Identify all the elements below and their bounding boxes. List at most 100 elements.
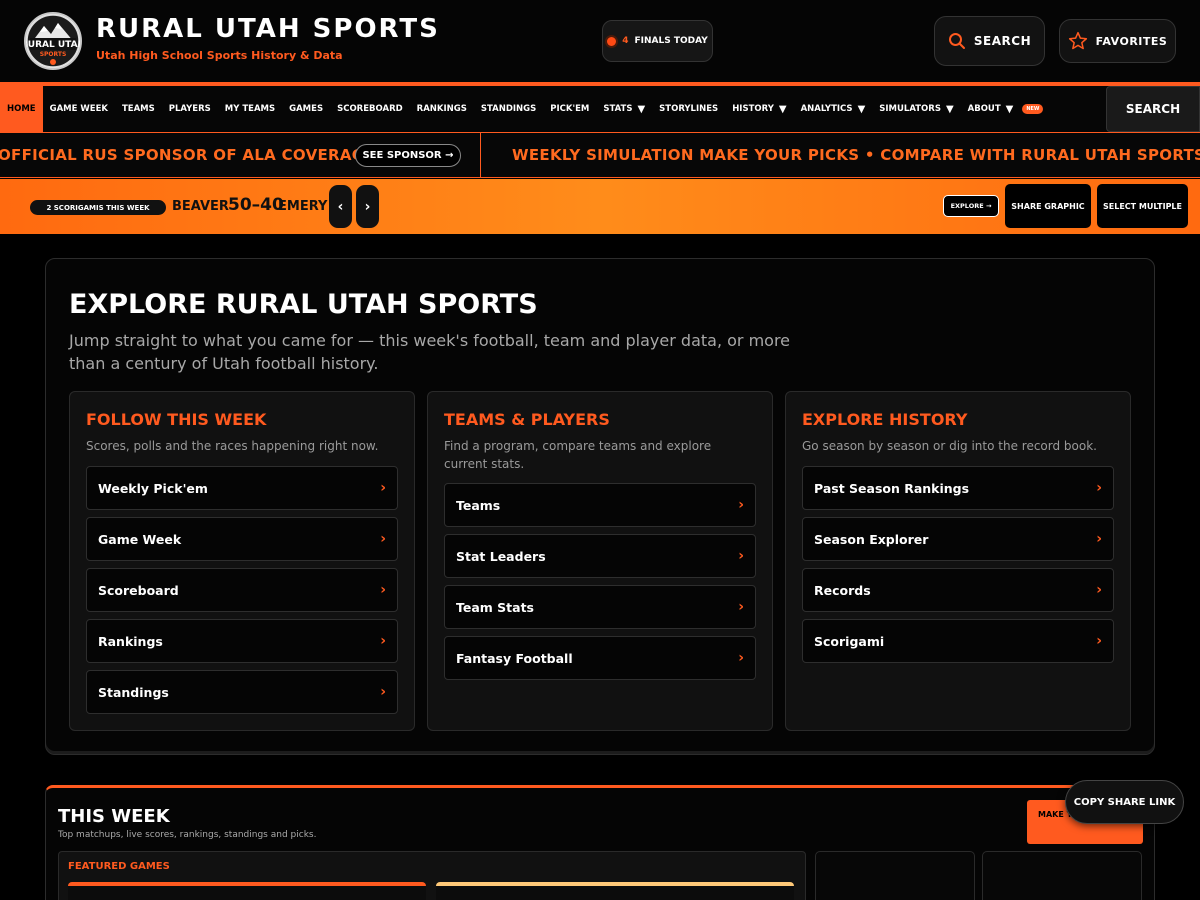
chevron-right-icon: ›: [1096, 582, 1102, 598]
select-multiple-button[interactable]: SELECT MULTIPLE: [1097, 184, 1188, 228]
ticker-divider: [480, 133, 481, 177]
featured-games-title: FEATURED GAMES: [68, 861, 170, 872]
nav-history[interactable]: HISTORY ▼: [725, 86, 793, 132]
chevron-right-icon: ›: [738, 548, 744, 564]
explore-history-card: EXPLORE HISTORY Go season by season or d…: [785, 391, 1131, 731]
nav-home[interactable]: HOME: [0, 86, 43, 132]
simulation-ticker-text[interactable]: WEEKLY SIMULATION MAKE YOUR PICKS • COMP…: [512, 146, 1200, 164]
nav-search-button[interactable]: SEARCH: [1106, 86, 1200, 132]
link-standings[interactable]: Standings ›: [86, 670, 398, 714]
chevron-right-icon: ›: [738, 599, 744, 615]
link-game-week[interactable]: Game Week ›: [86, 517, 398, 561]
caret-down-icon: ▼: [945, 103, 954, 115]
see-sponsor-button[interactable]: SEE SPONSOR →: [355, 144, 461, 167]
link-label: Rankings: [98, 633, 163, 649]
nav-label: RANKINGS: [416, 104, 467, 114]
link-team-stats[interactable]: Team Stats ›: [444, 585, 756, 629]
site-header: RURAL UTAH SPORTS RURAL UTAH SPORTS Utah…: [0, 0, 1200, 82]
nav-label: GAME WEEK: [49, 104, 108, 114]
featured-game-card[interactable]: [436, 882, 794, 900]
link-rankings[interactable]: Rankings ›: [86, 619, 398, 663]
new-badge: NEW: [1022, 104, 1044, 114]
link-label: Standings: [98, 684, 169, 700]
nav-label: HISTORY: [732, 104, 774, 114]
link-season-explorer[interactable]: Season Explorer ›: [802, 517, 1114, 561]
finals-count: 4: [622, 36, 629, 46]
this-week-side-card[interactable]: [982, 851, 1142, 900]
nav-stats[interactable]: STATS ▼: [596, 86, 652, 132]
link-label: Game Week: [98, 531, 182, 547]
chevron-right-icon: ›: [738, 497, 744, 513]
link-fantasy-football[interactable]: Fantasy Football ›: [444, 636, 756, 680]
share-graphic-button[interactable]: SHARE GRAPHIC: [1005, 184, 1091, 228]
logo-subtext: SPORTS: [40, 51, 67, 58]
favorites-label: FAVORITES: [1095, 34, 1168, 48]
favorites-button[interactable]: FAVORITES: [1059, 19, 1176, 63]
nav-players[interactable]: PLAYERS: [162, 86, 218, 132]
link-scorigami[interactable]: Scorigami ›: [802, 619, 1114, 663]
nav-rankings[interactable]: RANKINGS: [410, 86, 474, 132]
this-week-title: THIS WEEK: [58, 806, 170, 827]
nav-label: SCOREBOARD: [337, 104, 403, 114]
follow-this-week-card: FOLLOW THIS WEEK Scores, polls and the r…: [69, 391, 415, 731]
sponsor-ticker: OFFICIAL RUS SPONSOR OF ALA COVERAGE SEE…: [0, 132, 1200, 178]
link-records[interactable]: Records ›: [802, 568, 1114, 612]
column-description: Scores, polls and the races happening ri…: [86, 439, 379, 453]
main-nav: HOME GAME WEEK TEAMS PLAYERS MY TEAMS GA…: [0, 86, 1200, 132]
nav-standings[interactable]: STANDINGS: [474, 86, 543, 132]
link-label: Season Explorer: [814, 531, 929, 547]
finals-today-badge[interactable]: 4 FINALS TODAY: [602, 20, 713, 62]
scorigami-prev-button[interactable]: ‹: [329, 185, 352, 228]
nav-pickem[interactable]: PICK'EM: [543, 86, 596, 132]
link-past-season-rankings[interactable]: Past Season Rankings ›: [802, 466, 1114, 510]
caret-down-icon: ▼: [778, 103, 787, 115]
nav-teams[interactable]: TEAMS: [115, 86, 162, 132]
chevron-right-icon: ›: [738, 650, 744, 666]
nav-simulators[interactable]: SIMULATORS ▼: [872, 86, 960, 132]
link-label: Records: [814, 582, 871, 598]
link-label: Scoreboard: [98, 582, 179, 598]
scorigami-team-left: BEAVER: [172, 199, 229, 214]
scorigami-next-button[interactable]: ›: [356, 185, 379, 228]
caret-down-icon: ▼: [1005, 103, 1014, 115]
logo-text: RURAL UTAH: [26, 40, 80, 50]
sponsor-text: OFFICIAL RUS SPONSOR OF ALA COVERAGE: [0, 146, 375, 164]
nav-scoreboard[interactable]: SCOREBOARD: [330, 86, 410, 132]
header-search-button[interactable]: SEARCH: [934, 16, 1045, 66]
nav-about[interactable]: ABOUT ▼ NEW: [961, 86, 1051, 132]
finals-label: FINALS TODAY: [634, 36, 708, 46]
site-logo[interactable]: RURAL UTAH SPORTS: [24, 12, 82, 70]
nav-label: STANDINGS: [480, 104, 537, 114]
link-weekly-pickem[interactable]: Weekly Pick'em ›: [86, 466, 398, 510]
nav-label: PLAYERS: [168, 104, 211, 114]
nav-label: GAMES: [289, 104, 324, 114]
nav-label: TEAMS: [121, 104, 155, 114]
column-title: EXPLORE HISTORY: [802, 410, 968, 429]
link-stat-leaders[interactable]: Stat Leaders ›: [444, 534, 756, 578]
caret-down-icon: ▼: [637, 103, 646, 115]
column-description: Go season by season or dig into the reco…: [802, 439, 1097, 453]
site-subtitle: Utah High School Sports History & Data: [96, 49, 343, 62]
chevron-right-icon: ›: [380, 582, 386, 598]
nav-storylines[interactable]: STORYLINES: [652, 86, 725, 132]
scorigami-bar: 2 SCORIGAMIS THIS WEEK BEAVER 50–40 EMER…: [0, 179, 1200, 234]
scorigami-explore-button[interactable]: EXPLORE →: [943, 195, 999, 217]
link-label: Past Season Rankings: [814, 480, 970, 496]
explore-title: EXPLORE RURAL UTAH SPORTS: [69, 289, 538, 320]
column-title: FOLLOW THIS WEEK: [86, 410, 267, 429]
nav-my-teams[interactable]: MY TEAMS: [218, 86, 282, 132]
copy-share-link-button[interactable]: COPY SHARE LINK: [1065, 780, 1184, 824]
nav-game-week[interactable]: GAME WEEK: [43, 86, 115, 132]
nav-games[interactable]: GAMES: [282, 86, 330, 132]
explore-panel: EXPLORE RURAL UTAH SPORTS Jump straight …: [45, 258, 1155, 755]
this-week-side-card[interactable]: [815, 851, 975, 900]
chevron-right-icon: ›: [1096, 633, 1102, 649]
link-label: Team Stats: [456, 599, 534, 615]
nav-analytics[interactable]: ANALYTICS ▼: [794, 86, 873, 132]
link-teams[interactable]: Teams ›: [444, 483, 756, 527]
featured-game-card[interactable]: [68, 882, 426, 900]
link-scoreboard[interactable]: Scoreboard ›: [86, 568, 398, 612]
chevron-right-icon: ›: [380, 480, 386, 496]
site-title[interactable]: RURAL UTAH SPORTS: [96, 14, 440, 44]
link-label: Weekly Pick'em: [98, 480, 208, 496]
